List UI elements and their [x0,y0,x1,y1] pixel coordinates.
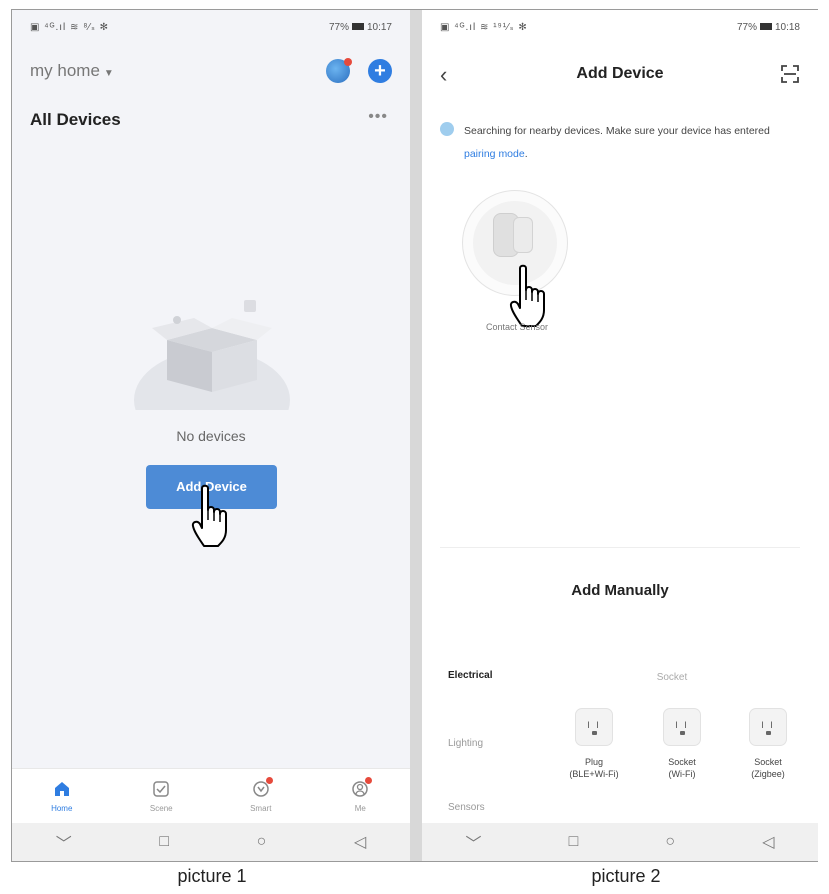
empty-state-text: No devices [176,428,246,444]
found-device-label: Contact Sensor [485,322,549,332]
section-title: All Devices [30,110,121,129]
subcategory-heading: Socket [656,672,688,683]
phone-add-device-screen: ▣ ⁴ᴳ.ıl ≋ ¹⁹¹⁄ₛ ✻ 77% 10:18 ‹ Add Device … [422,10,818,861]
page-title: Add Device [576,65,664,82]
caption-picture-2: picture 2 [591,866,661,886]
scene-icon [153,780,169,797]
product-socket-wifi[interactable]: I I Socket (Wi-Fi) [642,708,722,780]
add-icon[interactable]: + [368,59,392,83]
pointer-hand-icon [509,264,545,327]
tab-home[interactable]: Home [27,780,97,813]
home-circle-icon[interactable]: ○ [665,833,675,851]
empty-box-illustration [134,300,290,410]
divider [440,547,800,548]
plug-icon: I I [575,708,613,746]
caret-down-icon: ▼ [103,68,114,79]
smart-icon [252,776,273,798]
system-nav-bar: ﹀ □ ○ ◁ [422,823,818,861]
category-sensors[interactable]: Sensors [448,802,485,813]
status-icons: ▣ ⁴ᴳ.ıl ≋ ¹⁹¹⁄ₛ ✻ [440,21,528,33]
pointer-hand-icon [191,484,227,547]
tab-me[interactable]: Me [325,776,395,813]
status-bar: ▣ ⁴ᴳ.ıl ≋ ⁸⁄ₛ ✻ 77% 10:17 [12,10,410,44]
notification-badge [265,776,273,784]
back-triangle-icon[interactable]: ◁ [354,832,366,852]
home-selector[interactable]: my home ▼ [30,61,114,81]
notification-badge [365,776,373,784]
phone-home-screen: ▣ ⁴ᴳ.ıl ≋ ⁸⁄ₛ ✻ 77% 10:17 my home ▼ + All … [12,10,410,861]
tab-smart[interactable]: Smart [226,776,296,813]
search-status: Searching for nearby devices. Make sure … [440,120,800,166]
category-electrical[interactable]: Electrical [448,670,492,681]
tab-scene[interactable]: Scene [126,780,196,813]
status-right: 77% 10:17 [328,21,392,33]
caption-picture-1: picture 1 [177,866,247,886]
system-nav-bar: ﹀ □ ○ ◁ [12,823,410,861]
scan-icon[interactable] [780,64,800,84]
pairing-mode-link[interactable]: pairing mode [464,148,525,160]
status-right: 77% 10:18 [736,21,800,33]
status-icons: ▣ ⁴ᴳ.ıl ≋ ⁸⁄ₛ ✻ [30,21,109,33]
category-lighting[interactable]: Lighting [448,738,483,749]
add-device-header: ‹ Add Device [422,60,818,90]
status-bar: ▣ ⁴ᴳ.ıl ≋ ¹⁹¹⁄ₛ ✻ 77% 10:18 [422,10,818,44]
battery-icon [351,23,364,31]
socket-icon: I I [663,708,701,746]
search-message: Searching for nearby devices. Make sure … [464,125,770,160]
back-triangle-icon[interactable]: ◁ [762,832,774,852]
searching-icon [440,122,454,136]
home-header: my home ▼ + [30,56,392,86]
bottom-tab-bar: Home Scene Smart Me [12,768,410,823]
chevron-down-icon[interactable]: ﹀ [56,830,72,854]
assistant-icon[interactable] [326,58,352,83]
recents-icon[interactable]: □ [569,833,579,851]
home-icon [54,781,69,796]
product-plug-ble-wifi[interactable]: I I Plug (BLE+Wi-Fi) [554,708,634,780]
profile-icon [351,776,373,798]
recents-icon[interactable]: □ [159,833,169,851]
battery-icon [759,23,772,31]
screenshot-frame: ▣ ⁴ᴳ.ıl ≋ ⁸⁄ₛ ✻ 77% 10:17 my home ▼ + All … [11,9,818,862]
home-circle-icon[interactable]: ○ [257,833,267,851]
product-socket-zigbee[interactable]: I I Socket (Zigbee) [728,708,808,780]
add-manually-title: Add Manually [571,582,669,599]
chevron-down-icon[interactable]: ﹀ [466,830,482,854]
more-icon[interactable]: ••• [368,108,388,126]
socket-icon: I I [749,708,787,746]
